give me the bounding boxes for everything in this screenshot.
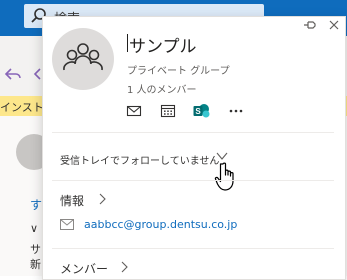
group-type-label: プライベート グループ <box>127 66 230 77</box>
undo-icon[interactable] <box>4 66 22 82</box>
chevron-right-icon <box>99 193 106 205</box>
group-email-link[interactable]: aabbcc@group.dentsu.co.jp <box>84 218 237 231</box>
close-icon[interactable] <box>329 20 339 30</box>
svg-text:S: S <box>195 107 201 116</box>
more-options-icon[interactable] <box>228 103 244 119</box>
card-divider <box>52 248 334 249</box>
calendar-icon[interactable] <box>160 103 176 119</box>
follow-status-text: 受信トレイでフォローしていません <box>60 156 220 167</box>
chevron-right-icon <box>121 261 128 273</box>
message-list-item-line-2: 新 <box>30 258 41 271</box>
card-divider <box>52 132 334 133</box>
message-list-link[interactable]: す <box>30 196 42 213</box>
members-label: メンバー <box>60 262 109 276</box>
chevron-down-icon[interactable] <box>216 151 228 161</box>
hand-pointer-cursor-icon <box>214 162 234 191</box>
mail-icon[interactable] <box>126 103 142 119</box>
group-avatar <box>52 28 114 90</box>
email-icon <box>60 219 74 230</box>
text-cursor <box>127 34 128 52</box>
info-label: 情報 <box>60 194 85 208</box>
sharepoint-icon[interactable]: S <box>193 103 210 119</box>
message-list-item-line-1: サ <box>30 243 41 256</box>
message-list-item[interactable]: サ 新 <box>30 242 41 272</box>
pin-icon[interactable] <box>303 18 317 32</box>
card-divider <box>52 180 334 181</box>
member-count[interactable]: 1 人のメンバー <box>127 81 197 96</box>
group-name: サンプル <box>129 37 197 57</box>
group-people-icon <box>63 43 103 71</box>
